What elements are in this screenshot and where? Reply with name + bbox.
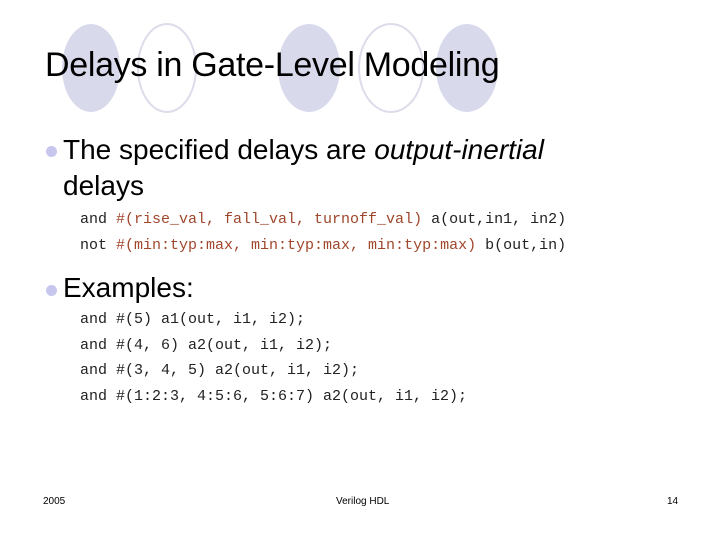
code-line: and #(4, 6) a2(out, i1, i2); [80, 337, 333, 354]
code-param: #(min:typ:max, min:typ:max, min:typ:max) [116, 237, 477, 254]
footer-date: 2005 [43, 496, 66, 507]
bullet-icon [46, 285, 57, 296]
bullet-text-line2: delays [63, 170, 144, 201]
bullet-icon [46, 146, 57, 157]
bullet-text-italic: output-inertial [374, 134, 544, 165]
code-line: not #(min:typ:max, min:typ:max, min:typ:… [80, 237, 566, 254]
code-line: and #(5) a1(out, i1, i2); [80, 311, 306, 328]
footer-title: Verilog HDL [336, 496, 390, 507]
code-line: and #(1:2:3, 4:5:6, 5:6:7) a2(out, i1, i… [80, 388, 468, 405]
bullet-text: Examples: [63, 272, 194, 303]
slide-title: Delays in Gate-Level Modeling [45, 46, 500, 84]
code-rest: a(out,in1, in2) [422, 211, 567, 228]
footer-page-number: 14 [667, 496, 679, 507]
code-line: and #(rise_val, fall_val, turnoff_val) a… [80, 211, 566, 228]
bullet-text-plain: The specified delays are [63, 134, 375, 165]
code-keyword: not [80, 237, 117, 254]
code-rest: b(out,in) [476, 237, 567, 254]
code-keyword: and [80, 211, 117, 228]
bullet-text: The specified delays are output-inertial [63, 134, 544, 166]
code-param: #(rise_val, fall_val, turnoff_val) [116, 211, 423, 228]
code-line: and #(3, 4, 5) a2(out, i1, i2); [80, 362, 360, 379]
